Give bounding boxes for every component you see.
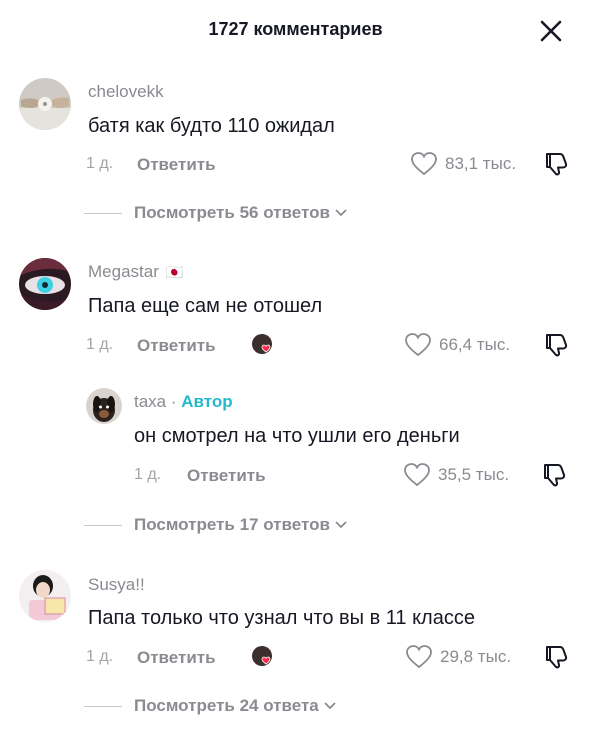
like-button[interactable]: 29,8 тыс. bbox=[405, 644, 511, 670]
creator-liked-heart-icon bbox=[252, 334, 272, 354]
view-replies-label: Посмотреть 17 ответов bbox=[134, 515, 330, 534]
comment-time: 1 д. bbox=[86, 648, 114, 665]
dislike-icon[interactable] bbox=[543, 151, 569, 177]
like-button[interactable]: 35,5 тыс. bbox=[403, 462, 509, 488]
dislike-icon[interactable] bbox=[541, 462, 567, 488]
avatar[interactable] bbox=[19, 570, 71, 622]
comment-username[interactable]: chelovekk bbox=[88, 82, 164, 102]
view-replies-button[interactable]: Посмотреть 56 ответов bbox=[84, 203, 348, 223]
dislike-icon[interactable] bbox=[543, 644, 569, 670]
reply-button[interactable]: Ответить bbox=[187, 466, 266, 486]
divider-line bbox=[84, 212, 122, 214]
author-badge: Автор bbox=[181, 392, 233, 411]
reply-button[interactable]: Ответить bbox=[137, 155, 216, 175]
flag-badge: 🇯🇵 bbox=[165, 264, 184, 280]
divider-line bbox=[84, 705, 122, 707]
like-button[interactable]: 83,1 тыс. bbox=[410, 151, 516, 177]
reply-button[interactable]: Ответить bbox=[137, 336, 216, 356]
comments-header: 1727 комментариев bbox=[0, 0, 591, 62]
comment-username[interactable]: Susya!! bbox=[88, 575, 145, 595]
reply-button[interactable]: Ответить bbox=[137, 648, 216, 668]
chevron-down-icon bbox=[335, 521, 347, 529]
close-icon[interactable] bbox=[538, 18, 564, 44]
heart-icon bbox=[404, 463, 430, 487]
view-replies-button[interactable]: Посмотреть 17 ответов bbox=[84, 515, 348, 535]
username-label: taxa bbox=[134, 392, 167, 411]
comment-time: 1 д. bbox=[86, 155, 114, 172]
heart-icon bbox=[411, 152, 437, 176]
reply-text: он смотрел на что ушли его деньги bbox=[134, 425, 460, 447]
heart-icon bbox=[406, 645, 432, 669]
like-button[interactable]: 66,4 тыс. bbox=[404, 332, 510, 358]
divider-line bbox=[84, 524, 122, 526]
separator-dot: · bbox=[170, 392, 177, 411]
avatar[interactable] bbox=[19, 258, 71, 310]
view-replies-label: Посмотреть 24 ответа bbox=[134, 696, 319, 715]
like-count: 83,1 тыс. bbox=[445, 154, 517, 173]
chevron-down-icon bbox=[324, 702, 336, 710]
comment-text: батя как будто 110 ожидал bbox=[88, 115, 335, 137]
comment-text: Папа только что узнал что вы в 11 классе bbox=[88, 607, 475, 629]
avatar[interactable] bbox=[19, 78, 71, 130]
creator-liked-heart-icon bbox=[252, 646, 272, 666]
like-count: 66,4 тыс. bbox=[439, 335, 511, 354]
avatar[interactable] bbox=[86, 388, 122, 424]
comment-username[interactable]: Megastar 🇯🇵 bbox=[88, 262, 183, 282]
like-count: 35,5 тыс. bbox=[438, 465, 510, 484]
view-replies-label: Посмотреть 56 ответов bbox=[134, 203, 330, 222]
comment-text: Папа еще сам не отошел bbox=[88, 295, 323, 317]
like-count: 29,8 тыс. bbox=[440, 647, 512, 666]
chevron-down-icon bbox=[335, 209, 347, 217]
dislike-icon[interactable] bbox=[543, 332, 569, 358]
view-replies-button[interactable]: Посмотреть 24 ответа bbox=[84, 696, 337, 716]
reply-username[interactable]: taxa · Автор bbox=[134, 392, 233, 412]
username-label: Megastar bbox=[88, 262, 159, 281]
comment-time: 1 д. bbox=[86, 336, 114, 353]
reply-time: 1 д. bbox=[134, 466, 162, 483]
comments-count-title: 1727 комментариев bbox=[208, 19, 383, 39]
heart-icon bbox=[405, 333, 431, 357]
